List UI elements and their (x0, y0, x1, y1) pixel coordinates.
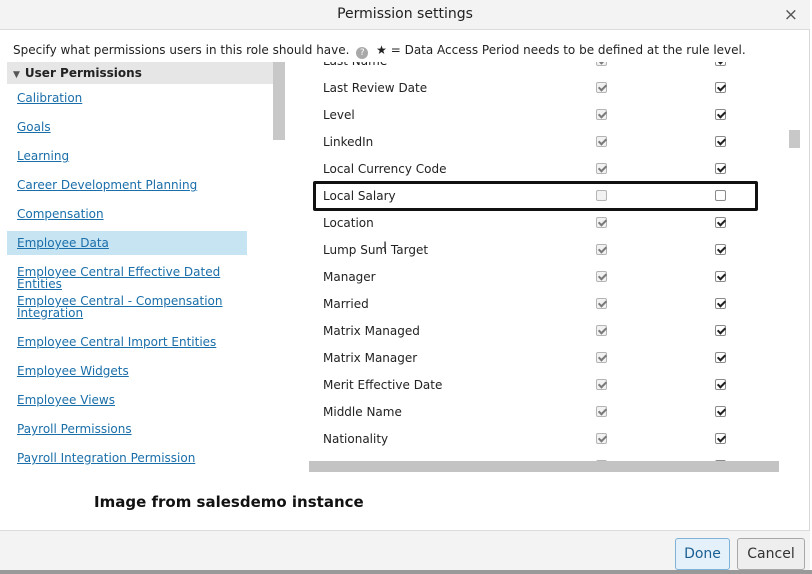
bottom-edge-strip (0, 570, 812, 574)
permission-row: Manager (309, 265, 779, 292)
permission-category-panel: ▼ User Permissions Calibration Goals Learni… (7, 62, 285, 470)
view-permission-checkbox[interactable] (596, 352, 607, 363)
edit-permission-checkbox[interactable] (715, 406, 726, 417)
view-permission-checkbox[interactable] (596, 244, 607, 255)
edit-permission-checkbox[interactable] (715, 244, 726, 255)
edit-permission-checkbox[interactable] (715, 298, 726, 309)
permission-row: Matrix Managed (309, 319, 779, 346)
category-link[interactable]: Employee Widgets (7, 365, 247, 377)
dialog-titlebar: Permission settings × (0, 0, 810, 30)
grid-horizontal-scrollbar[interactable] (309, 461, 779, 472)
permission-label: Location (323, 216, 374, 230)
category-link[interactable]: Learning (7, 150, 247, 162)
view-permission-checkbox[interactable] (596, 406, 607, 417)
dialog-footer: Done Cancel (0, 530, 810, 574)
edit-permission-checkbox[interactable] (715, 352, 726, 363)
edit-permission-checkbox[interactable] (715, 82, 726, 93)
category-link[interactable]: Calibration (7, 92, 247, 104)
permission-label: Matrix Manager (323, 351, 418, 365)
permission-label: Level (323, 108, 355, 122)
view-permission-checkbox[interactable] (596, 379, 607, 390)
permission-label: Matrix Managed (323, 324, 420, 338)
permission-label: Lump Sum Target (323, 243, 429, 257)
edit-permission-checkbox[interactable] (715, 62, 726, 66)
edit-permission-checkbox[interactable] (715, 271, 726, 282)
permission-row: LinkedIn (309, 130, 779, 157)
permission-row: Lump Sum Target (309, 238, 779, 265)
view-permission-checkbox[interactable] (596, 82, 607, 93)
text-cursor-icon: I (383, 240, 388, 256)
view-permission-checkbox[interactable] (596, 433, 607, 444)
category-link[interactable]: Compensation (7, 208, 247, 220)
edit-permission-checkbox[interactable] (715, 136, 726, 147)
permission-row: Middle Name (309, 400, 779, 427)
permission-label: LinkedIn (323, 135, 374, 149)
cancel-button[interactable]: Cancel (737, 538, 805, 570)
view-permission-checkbox[interactable] (596, 271, 607, 282)
permission-settings-dialog: Permission settings × Specify what permi… (0, 0, 810, 574)
view-permission-checkbox[interactable] (596, 298, 607, 309)
grid-vertical-scrollbar-thumb[interactable] (789, 130, 800, 148)
star-icon: ★ (376, 43, 387, 57)
permission-label: Middle Name (323, 405, 402, 419)
permission-row: Married (309, 292, 779, 319)
category-link[interactable]: Employee Central - Compensation Integrat… (7, 295, 247, 319)
category-link[interactable]: Employee Data (7, 231, 247, 255)
view-permission-checkbox[interactable] (596, 62, 607, 66)
category-link[interactable]: Employee Central Import Entities (7, 336, 247, 348)
category-link[interactable]: Payroll Integration Permission (7, 452, 247, 464)
category-link[interactable]: Career Development Planning (7, 179, 247, 191)
instruction-line: Specify what permissions users in this r… (13, 43, 746, 59)
dialog-title: Permission settings (337, 6, 473, 22)
done-button[interactable]: Done (675, 538, 730, 570)
left-scrollbar-thumb[interactable] (273, 62, 285, 140)
view-permission-checkbox[interactable] (596, 136, 607, 147)
permission-label: Last Review Date (323, 81, 428, 95)
collapse-triangle-icon[interactable]: ▼ (13, 70, 20, 80)
permission-row: Last Review Date (309, 76, 779, 103)
section-title: User Permissions (24, 66, 142, 80)
category-link[interactable]: Employee Central Effective Dated Entitie… (7, 266, 247, 290)
highlight-annotation-box (313, 181, 758, 211)
permission-row: Matrix Manager (309, 346, 779, 373)
edit-permission-checkbox[interactable] (715, 109, 726, 120)
permission-label: Married (323, 297, 369, 311)
permission-row: Local Currency Code (309, 157, 779, 184)
category-link[interactable]: Payroll Permissions (7, 423, 247, 435)
edit-permission-checkbox[interactable] (715, 379, 726, 390)
permission-row: Level (309, 103, 779, 130)
permission-grid: Last Name Last Review Date Level LinkedIn Lo… (309, 62, 802, 462)
instruction-text: Specify what permissions users in this r… (13, 43, 350, 57)
image-caption: Image from salesdemo instance (94, 493, 364, 511)
edit-permission-checkbox[interactable] (715, 325, 726, 336)
help-icon[interactable]: ? (356, 47, 369, 59)
permission-label: Local Currency Code (323, 162, 447, 176)
view-permission-checkbox[interactable] (596, 217, 607, 228)
permission-label: Merit Effective Date (323, 378, 443, 392)
category-link[interactable]: Employee Views (7, 394, 247, 406)
section-header-user-permissions[interactable]: ▼ User Permissions (7, 62, 273, 84)
permission-label: Nationality (323, 432, 389, 446)
edit-permission-checkbox[interactable] (715, 163, 726, 174)
permission-row: Last Name (309, 62, 779, 76)
permission-row: Nationality (309, 427, 779, 454)
legend-text: = Data Access Period needs to be defined… (390, 43, 746, 57)
view-permission-checkbox[interactable] (596, 163, 607, 174)
permission-row: Merit Effective Date (309, 373, 779, 400)
permission-label: Manager (323, 270, 376, 284)
view-permission-checkbox[interactable] (596, 109, 607, 120)
permission-label: Last Name (323, 62, 387, 68)
close-icon[interactable]: × (784, 5, 798, 25)
edit-permission-checkbox[interactable] (715, 217, 726, 228)
category-link[interactable]: Goals (7, 121, 247, 133)
view-permission-checkbox[interactable] (596, 325, 607, 336)
edit-permission-checkbox[interactable] (715, 433, 726, 444)
permission-row: Location (309, 211, 779, 238)
